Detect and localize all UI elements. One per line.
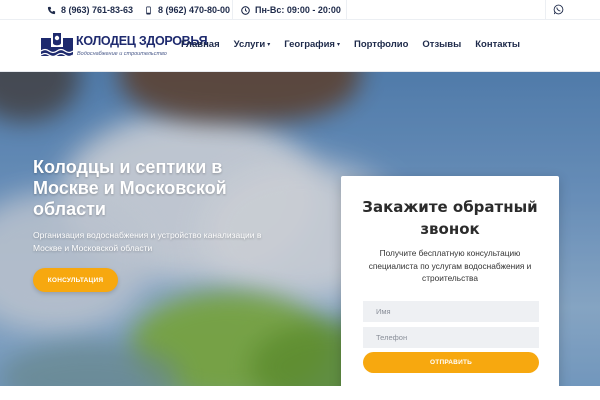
topbar-divider (545, 0, 546, 20)
phone-number-1: 8 (963) 761-83-63 (61, 5, 134, 15)
nav-item-portfolio[interactable]: Портфолио (354, 39, 408, 50)
nav-item-label: Контакты (475, 39, 521, 50)
page-bottom-strip (0, 386, 600, 400)
form-description: Получите бесплатную консультацию специал… (368, 248, 532, 283)
callback-form: Закажите обратный звонок Получите беспла… (341, 176, 559, 386)
nav-item-label: География (284, 39, 335, 50)
chevron-down-icon: ▾ (267, 42, 271, 48)
nav-item-label: Главная (181, 39, 220, 50)
chevron-down-icon: ▾ (336, 42, 340, 48)
logo-subtitle: Водоснабжение и строительство (77, 51, 167, 57)
hours-text: Пн-Вс: 09:00 - 20:00 (255, 5, 341, 15)
phone-input[interactable]: Телефон (363, 327, 539, 348)
whatsapp-icon[interactable] (553, 4, 564, 15)
site-logo[interactable]: КОЛОДЕЦ ЗДОРОВЬЯ Водоснабжение и строите… (41, 31, 208, 65)
consultation-button[interactable]: КОНСУЛЬТАЦИЯ (33, 268, 118, 292)
nav-item-home[interactable]: Главная (181, 39, 220, 50)
hero-subtitle: Организация водоснабжения и устройство к… (33, 230, 262, 253)
main-nav: Главная Услуги ▾ География ▾ Портфолио Отз… (181, 39, 534, 50)
nav-item-label: Отзывы (422, 39, 462, 50)
mobile-icon (146, 5, 151, 15)
hero-title: Колодцы и септики в Москве и Московской … (33, 157, 227, 219)
working-hours: Пн-Вс: 09:00 - 20:00 (241, 4, 341, 16)
phone-link-2[interactable]: 8 (962) 470-80-00 (144, 4, 230, 16)
top-contact-bar: 8 (963) 761-83-63 8 (962) 470-80-00 Пн-В… (0, 0, 600, 20)
clock-icon (241, 5, 250, 15)
nav-item-label: Портфолио (354, 39, 409, 50)
site-header: КОЛОДЕЦ ЗДОРОВЬЯ Водоснабжение и строите… (0, 20, 600, 72)
topbar-divider (232, 0, 233, 20)
phone-link-1[interactable]: 8 (963) 761-83-63 (47, 4, 133, 16)
well-logo-icon (41, 31, 73, 58)
phone-number-2: 8 (962) 470-80-00 (158, 5, 231, 15)
nav-item-reviews[interactable]: Отзывы (422, 39, 461, 50)
topbar-divider (346, 0, 347, 20)
phone-icon (47, 6, 56, 14)
nav-item-label: Услуги (233, 39, 266, 50)
nav-item-services[interactable]: Услуги ▾ (234, 39, 271, 50)
form-title: Закажите обратный звонок (362, 198, 538, 238)
nav-item-contacts[interactable]: Контакты (475, 39, 520, 50)
nav-item-geography[interactable]: География ▾ (284, 39, 340, 50)
submit-button[interactable]: ОТПРАВИТЬ (363, 352, 539, 373)
name-input[interactable]: Имя (363, 301, 539, 322)
hero-section: Колодцы и септики в Москве и Московской … (0, 72, 600, 386)
